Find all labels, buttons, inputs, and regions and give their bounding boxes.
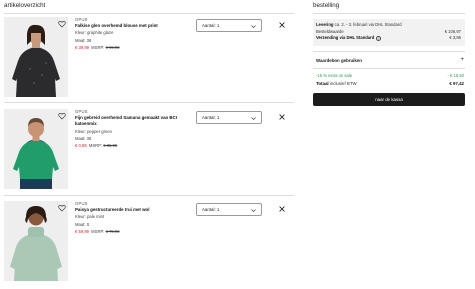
product-image[interactable] xyxy=(4,201,68,281)
shipping-label: Verzending via DHL Standard xyxy=(316,35,375,41)
order-title: bestelling xyxy=(313,2,465,14)
item-old-price: € 79,99 xyxy=(105,228,120,234)
item-price-line: € 59,99 MSRP: € 79,99 xyxy=(75,229,187,235)
cart-item: OPUS Falkise glen overhemd blouse met pr… xyxy=(4,17,294,97)
quantity-label: Aantal: 1 xyxy=(202,23,220,28)
item-size: Maat: 36 xyxy=(75,135,92,141)
total-label: Totaal xyxy=(316,80,329,86)
item-price: € 39,99 xyxy=(75,44,89,50)
voucher-label: Waardebon gebruiken xyxy=(316,57,362,63)
quantity-label: Aantal: 1 xyxy=(202,115,220,120)
chevron-down-icon xyxy=(251,117,256,120)
discount-value: - € 16,50 xyxy=(447,73,464,79)
msrp-label: MSRP: xyxy=(88,143,103,149)
checkout-button[interactable]: naar de kassa xyxy=(313,92,465,106)
item-size: Maat: 36 xyxy=(75,37,92,43)
subtotal-value: € 106,97 xyxy=(444,28,461,34)
item-color: Kleur: pepper green xyxy=(75,128,113,134)
total-note: inclusief BTW xyxy=(329,80,357,86)
item-details: OPUS Falkise glen overhemd blouse met pr… xyxy=(75,17,187,51)
heart-icon[interactable] xyxy=(57,203,66,212)
close-icon[interactable] xyxy=(279,22,285,28)
quantity-label: Aantal: 1 xyxy=(202,207,220,212)
item-color: Kleur: graphite glaze xyxy=(75,30,114,36)
cart-item: OPUS Paisya gestructureerde trui met wol… xyxy=(4,201,294,281)
subtotal-row: Besteldwaarde € 106,97 xyxy=(316,29,461,36)
item-details: OPUS Fijn gebreid overhemd Samuna gemaak… xyxy=(75,109,187,149)
heart-icon[interactable] xyxy=(57,19,66,28)
item-details: OPUS Paisya gestructureerde trui met wol… xyxy=(75,201,187,235)
item-name[interactable]: Falkise glen overhemd blouse met print xyxy=(75,23,187,29)
delivery-label: Levering xyxy=(316,22,334,27)
divider xyxy=(4,102,294,103)
divider xyxy=(4,195,294,196)
total-value: € 97,42 xyxy=(449,80,464,86)
total-row: Totaal inclusief BTW € 97,42 xyxy=(316,80,464,87)
item-price: € 59,99 xyxy=(75,228,89,234)
item-name[interactable]: Paisya gestructureerde trui met wol xyxy=(75,207,187,213)
chevron-down-icon xyxy=(251,209,256,212)
item-name[interactable]: Fijn gebreid overhemd Samuna gemaakt van… xyxy=(75,115,187,128)
voucher-toggle[interactable]: Waardebon gebruiken + xyxy=(313,52,465,68)
close-icon[interactable] xyxy=(279,114,285,120)
heart-icon[interactable] xyxy=(57,111,66,120)
msrp-label: MSRP: xyxy=(91,228,105,234)
shipping-value: € 3,95 xyxy=(449,35,461,41)
delivery-row: Levering ca. 2. - 3. februari via DHL St… xyxy=(316,22,461,29)
quantity-select[interactable]: Aantal: 1 xyxy=(196,19,262,32)
product-image[interactable] xyxy=(4,109,68,189)
item-price-line: € 0,99 MSRP: € 35,99 xyxy=(75,143,187,149)
cart-item: OPUS Fijn gebreid overhemd Samuna gemaak… xyxy=(4,109,294,189)
discount-row: -15 % extra on sale - € 16,50 xyxy=(316,73,464,80)
quantity-select[interactable]: Aantal: 1 xyxy=(196,203,262,216)
cart-title: artikeloverzicht xyxy=(4,2,294,14)
delivery-dates: ca. 2. - 3. februari via DHL Standard xyxy=(334,22,402,27)
summary-box: Levering ca. 2. - 3. februari via DHL St… xyxy=(313,19,465,47)
chevron-down-icon xyxy=(251,25,256,28)
item-old-price: € 99,99 xyxy=(105,44,120,50)
item-size: Maat: S xyxy=(75,221,90,227)
totals: -15 % extra on sale - € 16,50 Totaal inc… xyxy=(313,69,465,87)
plus-icon: + xyxy=(460,57,464,64)
msrp-label: MSRP: xyxy=(91,44,105,50)
item-old-price: € 35,99 xyxy=(103,143,118,149)
quantity-select[interactable]: Aantal: 1 xyxy=(196,111,262,124)
item-color: Kleur: pale mint xyxy=(75,214,105,220)
subtotal-label: Besteldwaarde xyxy=(316,28,344,34)
cart-section: artikeloverzicht xyxy=(4,2,294,14)
close-icon[interactable] xyxy=(279,206,285,212)
info-icon[interactable]: i xyxy=(376,35,382,41)
shipping-row: Verzending via DHL Standard i € 3,95 xyxy=(316,35,461,42)
product-image[interactable] xyxy=(4,17,68,97)
item-price-line: € 39,99 MSRP: € 99,99 xyxy=(75,45,187,51)
item-price: € 0,99 xyxy=(75,143,87,149)
order-summary: bestelling Levering ca. 2. - 3. februari… xyxy=(313,2,465,106)
discount-label: -15 % extra on sale xyxy=(316,73,353,79)
